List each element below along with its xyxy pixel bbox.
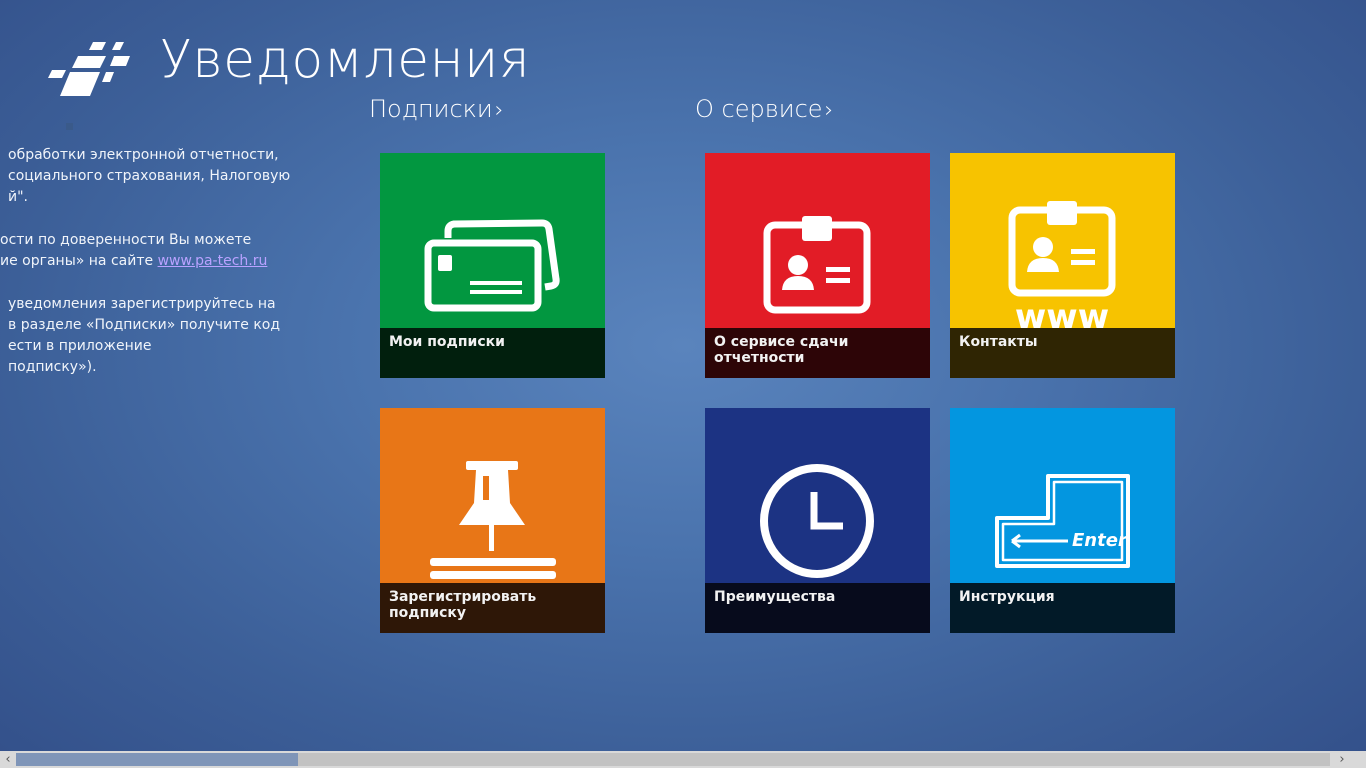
intro-line: ести в приложение: [8, 338, 152, 354]
intro-line: обработки электронной отчетности,: [8, 147, 279, 163]
www-text: www: [1015, 297, 1109, 328]
intro-line: ости по доверенности Вы можете: [0, 232, 252, 248]
tile-label-bar: Контакты: [950, 328, 1175, 378]
website-link[interactable]: www.pa-tech.ru: [158, 253, 268, 269]
scroll-left-button[interactable]: ‹: [0, 751, 16, 768]
intro-line: ие органы» на сайте: [0, 253, 158, 269]
intro-line: уведомления зарегистрируйтесь на: [8, 296, 276, 312]
tile-label-bar: О сервисе сдачи отчетности: [705, 328, 930, 378]
bullet-marker: [66, 123, 73, 130]
clock-icon: [760, 464, 874, 578]
tile-label-bar: Зарегистрировать подписку: [380, 583, 605, 633]
app-title: Уведомления: [160, 30, 531, 90]
tile-my-subscriptions[interactable]: Мои подписки: [380, 153, 605, 378]
envelopes-icon: [424, 219, 560, 312]
chevron-right-icon: ›: [494, 98, 504, 123]
section-title: О сервисе: [695, 95, 823, 123]
tile-label: Зарегистрировать подписку: [389, 589, 537, 621]
horizontal-scrollbar[interactable]: ‹ ›: [0, 751, 1366, 768]
intro-line: в разделе «Подписки» получите код: [8, 317, 281, 333]
app-logo-icon: [48, 42, 130, 96]
tile-label-bar: Мои подписки: [380, 328, 605, 378]
tile-label-bar: Преимущества: [705, 583, 930, 633]
intro-line: й".: [8, 189, 28, 205]
intro-text: обработки электронной отчетности, социал…: [0, 123, 300, 400]
tile-advantages[interactable]: Преимущества: [705, 408, 930, 633]
tile-contacts[interactable]: www Контакты: [950, 153, 1175, 378]
scroll-thumb[interactable]: [298, 753, 1330, 766]
section-header-subscriptions[interactable]: Подписки›: [369, 95, 504, 123]
pushpin-icon: [430, 461, 556, 579]
intro-line: социального страхования, Налоговую: [8, 168, 291, 184]
enter-text: Enter: [1072, 530, 1128, 551]
chevron-right-icon: ›: [824, 98, 834, 123]
tile-register-subscription[interactable]: Зарегистрировать подписку: [380, 408, 605, 633]
contact-card-www-icon: www: [1008, 201, 1116, 328]
tile-label: Мои подписки: [389, 334, 505, 350]
tile-label: О сервисе сдачи отчетности: [714, 334, 849, 366]
scroll-right-button[interactable]: ›: [1334, 751, 1350, 768]
section-header-about[interactable]: О сервисе›: [695, 95, 833, 123]
id-badge-icon: [763, 216, 871, 314]
tile-label-bar: Инструкция: [950, 583, 1175, 633]
section-title: Подписки: [369, 95, 493, 123]
tile-about-service[interactable]: О сервисе сдачи отчетности: [705, 153, 930, 378]
tile-label: Инструкция: [959, 589, 1055, 605]
scroll-track[interactable]: [16, 753, 298, 766]
enter-key-icon: Enter: [995, 474, 1130, 568]
tile-instructions[interactable]: Enter Инструкция: [950, 408, 1175, 633]
intro-line: подписку»).: [8, 359, 97, 375]
tile-label: Преимущества: [714, 589, 836, 605]
tile-label: Контакты: [959, 334, 1038, 350]
